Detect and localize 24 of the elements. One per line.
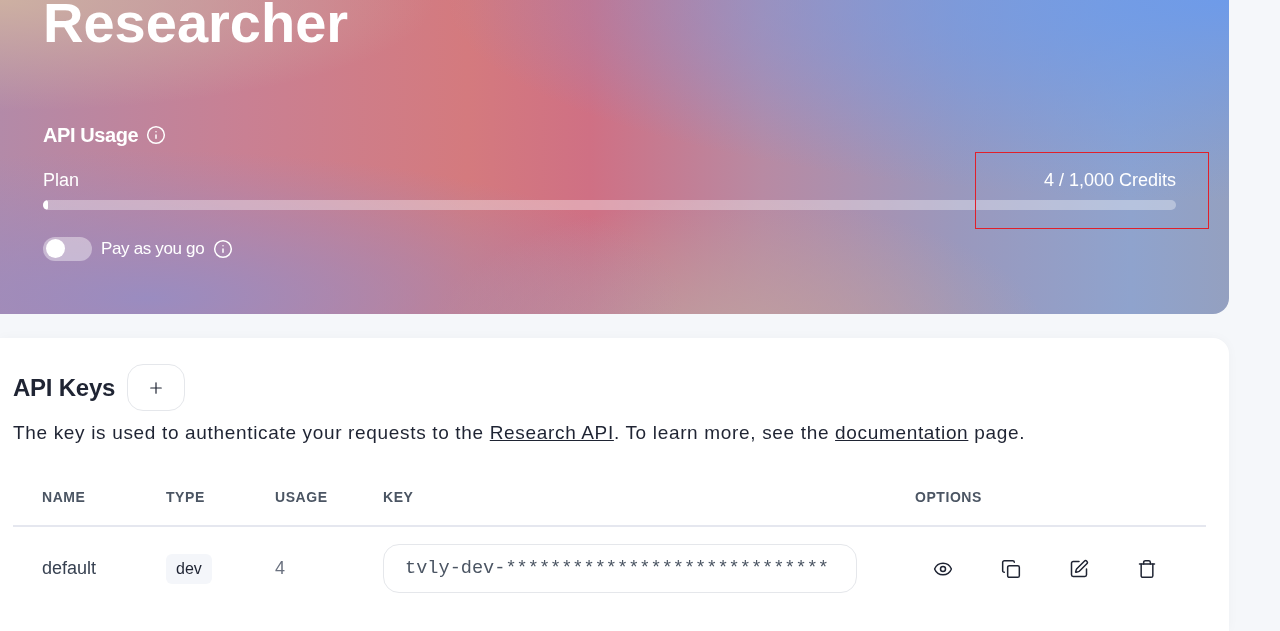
copy-icon bbox=[1001, 558, 1021, 579]
info-icon[interactable] bbox=[146, 125, 167, 145]
trash-icon bbox=[1137, 558, 1157, 579]
api-key-field[interactable]: tvly-dev-***************************** bbox=[383, 544, 857, 593]
text-link[interactable]: documentation bbox=[835, 422, 969, 443]
pay-as-you-go-label: Pay as you go bbox=[101, 238, 205, 260]
api-keys-heading: API Keys bbox=[13, 372, 116, 403]
edit-icon bbox=[1069, 558, 1089, 579]
credits-count: 4 / 1,000 Credits bbox=[1043, 168, 1176, 192]
column-header: USAGE bbox=[275, 489, 328, 505]
key-name: default bbox=[42, 558, 97, 578]
page-title: Researcher bbox=[43, 0, 349, 51]
column-header: NAME bbox=[42, 489, 86, 505]
key-usage: 4 bbox=[275, 558, 285, 578]
plan-label: Plan bbox=[43, 168, 80, 192]
column-header: KEY bbox=[383, 489, 414, 505]
info-icon[interactable] bbox=[213, 238, 234, 259]
api-keys-description: The key is used to authenticate your requests to the Research API. To learn more, see the documentation page. bbox=[13, 421, 1027, 445]
text-link[interactable]: Research API bbox=[489, 422, 614, 443]
pay-as-you-go-toggle[interactable] bbox=[43, 236, 92, 261]
column-header: TYPE bbox=[166, 489, 205, 505]
usage-heading: API Usage bbox=[43, 123, 139, 148]
column-header: OPTIONS bbox=[915, 489, 982, 505]
key-type-tag: dev bbox=[166, 553, 212, 584]
